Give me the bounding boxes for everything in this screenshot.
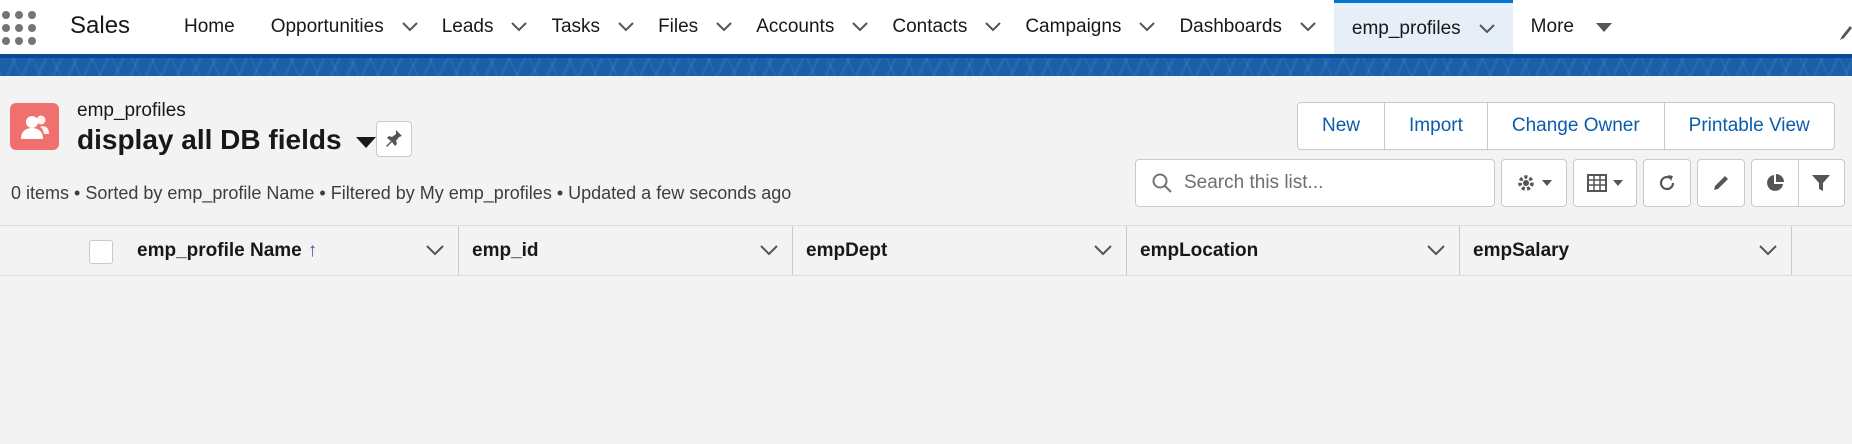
inline-edit-button[interactable]: [1697, 159, 1745, 207]
nav-item-home[interactable]: Home: [160, 0, 259, 54]
change-owner-button[interactable]: Change Owner: [1486, 103, 1664, 149]
emp-profiles-object-icon: [10, 103, 59, 150]
table-header: emp_profile Name ↑ emp_id empDept empLoca…: [0, 225, 1852, 276]
column-header-emp-location[interactable]: empLocation: [1128, 226, 1460, 275]
sort-ascending-icon: ↑: [307, 239, 318, 261]
nav-item-opportunities[interactable]: Opportunities: [259, 0, 436, 54]
nav-item-label: Opportunities: [270, 16, 384, 37]
user-group-icon: [20, 115, 49, 139]
filter-icon: [1812, 175, 1831, 191]
chevron-down-icon[interactable]: [852, 22, 869, 32]
nav-item-label: Files: [658, 16, 699, 37]
nav-item-files[interactable]: Files: [652, 0, 750, 54]
search-list: [1135, 159, 1495, 207]
chevron-down-icon[interactable]: [401, 22, 418, 32]
column-header-emp-salary[interactable]: empSalary: [1461, 226, 1792, 275]
nav-item-accounts[interactable]: Accounts: [750, 0, 886, 54]
chart-filter-group: [1751, 159, 1845, 207]
search-icon: [1152, 173, 1172, 193]
list-view-selector[interactable]: display all DB fields: [77, 124, 376, 156]
nav-item-label: emp_profiles: [1351, 17, 1461, 39]
printable-view-button[interactable]: Printable View: [1663, 103, 1834, 149]
chevron-down-icon[interactable]: [1427, 245, 1445, 256]
brand-band: [0, 54, 1852, 76]
column-label: emp_profile Name ↑: [125, 240, 426, 262]
list-view-status: 0 items • Sorted by emp_profile Name • F…: [11, 183, 792, 203]
chevron-down-icon[interactable]: [1094, 245, 1112, 256]
global-navigation: Sales Home Opportunities Leads Tasks Fil…: [0, 0, 1852, 54]
import-button[interactable]: Import: [1384, 103, 1487, 149]
new-button[interactable]: New: [1298, 103, 1384, 149]
chevron-down-icon[interactable]: [716, 22, 732, 32]
chevron-down-icon[interactable]: [760, 245, 778, 256]
table-body: [0, 276, 1852, 444]
object-label: emp_profiles: [77, 100, 186, 121]
chevron-down-icon[interactable]: [618, 22, 634, 32]
column-header-emp-profile-name[interactable]: emp_profile Name ↑: [125, 226, 459, 275]
nav-item-leads[interactable]: Leads: [436, 0, 546, 54]
show-filters-button[interactable]: [1797, 160, 1845, 206]
nav-item-dashboards[interactable]: Dashboards: [1173, 0, 1333, 54]
nav-item-label: Campaigns: [1025, 16, 1122, 37]
chevron-down-icon[interactable]: [985, 22, 1002, 32]
pin-list-view-button[interactable]: [376, 121, 412, 157]
caret-down-icon[interactable]: [355, 136, 376, 148]
chevron-down-icon[interactable]: [1300, 22, 1316, 32]
nav-item-contacts[interactable]: Contacts: [886, 0, 1019, 54]
nav-item-label: Accounts: [756, 16, 835, 37]
chevron-down-icon[interactable]: [426, 245, 444, 256]
nav-item-label: More: [1530, 16, 1574, 37]
nav-item-label: Tasks: [551, 16, 601, 37]
select-all-cell: [0, 226, 115, 275]
nav-item-tasks[interactable]: Tasks: [545, 0, 652, 54]
chevron-down-icon[interactable]: [1139, 22, 1156, 32]
caret-down-icon: [1542, 180, 1552, 186]
caret-down-icon: [1595, 22, 1612, 32]
column-label: empDept: [806, 239, 888, 261]
list-view-title: display all DB fields: [77, 124, 342, 155]
caret-down-icon: [1613, 180, 1623, 186]
chevron-down-icon[interactable]: [511, 22, 528, 32]
nav-items: Home Opportunities Leads Tasks Files Acc…: [160, 0, 1632, 54]
column-label: empLocation: [1140, 239, 1259, 261]
nav-item-label: Dashboards: [1179, 16, 1282, 37]
gear-icon: [1518, 175, 1534, 191]
nav-item-more[interactable]: More: [1513, 0, 1632, 54]
table-icon: [1587, 174, 1607, 192]
column-label: emp_id: [472, 239, 539, 261]
nav-item-label: Contacts: [892, 16, 968, 37]
column-label: empSalary: [1473, 239, 1570, 261]
select-all-checkbox[interactable]: [89, 240, 113, 264]
list-view-controls-button[interactable]: [1501, 159, 1567, 207]
chevron-down-icon[interactable]: [1478, 23, 1495, 34]
pin-icon: [386, 130, 402, 147]
nav-item-label: Leads: [441, 16, 494, 37]
nav-item-label: Home: [184, 16, 235, 37]
pie-chart-icon: [1766, 174, 1784, 191]
refresh-icon: [1659, 175, 1675, 191]
nav-item-emp-profiles[interactable]: emp_profiles: [1333, 0, 1513, 54]
display-as-button[interactable]: [1573, 159, 1637, 207]
app-launcher-icon[interactable]: [2, 11, 36, 45]
column-header-emp-id[interactable]: emp_id: [460, 226, 793, 275]
pencil-icon: [1714, 176, 1728, 190]
column-label-text: emp_profile Name: [137, 239, 302, 261]
app-name: Sales: [70, 12, 131, 39]
pencil-icon[interactable]: [1838, 22, 1852, 42]
nav-item-campaigns[interactable]: Campaigns: [1019, 0, 1173, 54]
list-actions: New Import Change Owner Printable View: [1297, 102, 1835, 150]
column-header-emp-dept[interactable]: empDept: [794, 226, 1127, 275]
refresh-button[interactable]: [1643, 159, 1691, 207]
search-input[interactable]: [1184, 172, 1484, 194]
chevron-down-icon[interactable]: [1759, 245, 1777, 256]
show-charts-button[interactable]: [1752, 160, 1798, 206]
